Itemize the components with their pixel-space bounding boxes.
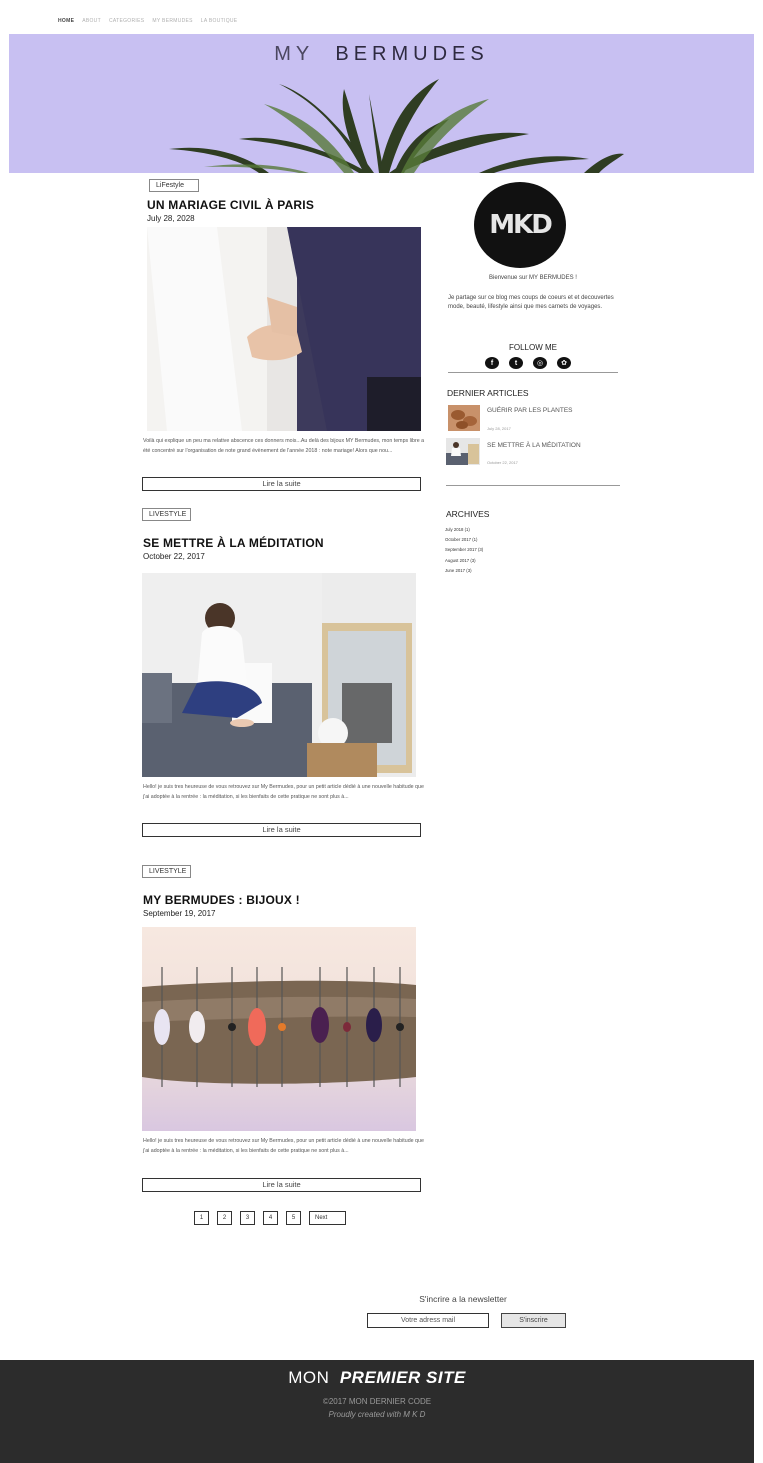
nav-categories[interactable]: CATEGORIES [109,18,144,24]
archive-link[interactable]: July 2018 (1) [445,525,483,535]
post-title[interactable]: MY BERMUDES : BIJOUX ! [143,893,300,907]
post-title[interactable]: SE METTRE À LA MÉDITATION [143,536,324,550]
subscribe-button[interactable]: S'inscrire [501,1313,566,1328]
page-2-button[interactable]: 2 [217,1211,232,1225]
post-tag[interactable]: LiFestyle [149,179,199,192]
archive-link[interactable]: October 2017 (1) [445,535,483,545]
divider [448,372,618,373]
post-excerpt: Hello! je suis tres heureuse de vous ret… [143,1138,424,1154]
page-3-button[interactable]: 3 [240,1211,255,1225]
post-tag[interactable]: LIVESTYLE [142,508,191,521]
footer-title: MON PREMIER SITE [0,1368,754,1388]
site-title: MY BERMUDES [9,43,754,66]
pagination: 1 2 3 4 5 Next [194,1211,346,1225]
post-tag[interactable]: LIVESTYLE [142,865,191,878]
page-5-button[interactable]: 5 [286,1211,301,1225]
nav-la-boutique[interactable]: LA BOUTIQUE [201,18,238,24]
recent-articles-heading: DERNIER ARTICLES [447,388,529,398]
recent-article-date: October 22, 2017 [487,460,518,465]
sharethis-icon[interactable]: ✿ [557,357,571,369]
footer-title-bold: PREMIER SITE [339,1368,466,1387]
footer-copyright: ©2017 MON DERNIER CODE [322,1397,432,1406]
archive-link[interactable]: June 2017 (3) [445,566,483,576]
divider [446,485,620,486]
footer: MON PREMIER SITE ©2017 MON DERNIER CODE … [0,1360,754,1463]
nav-my-bermudes[interactable]: MY BERMUDES [152,18,192,24]
post-title[interactable]: UN MARIAGE CIVIL À PARIS [147,198,314,212]
archives-list: July 2018 (1) October 2017 (1) September… [445,525,483,576]
hero-banner: MY BERMUDES [9,34,754,173]
recent-article-title[interactable]: GUÉRIR PAR LES PLANTES [487,407,573,414]
recent-article-title[interactable]: SE METTRE À LA MÉDITATION [487,442,581,449]
social-links: f t ◎ ✿ [485,357,571,369]
archives-heading: ARCHIVES [446,509,490,519]
read-more-button[interactable]: Lire la suite [142,823,421,837]
nav-about[interactable]: ABOUT [82,18,101,24]
follow-heading: FOLLOW ME [508,343,557,352]
site-title-bold: BERMUDES [335,43,489,65]
read-more-button[interactable]: Lire la suite [142,477,421,491]
recent-article-date: July 28, 2017 [487,426,511,431]
intro-text: Je partage sur ce blog mes coups de coeu… [448,295,614,310]
newsletter-label: S'incrire a la newsletter [419,1294,507,1304]
next-page-button[interactable]: Next [309,1211,346,1225]
email-field[interactable]: Votre adress mail [367,1313,489,1328]
nav-home[interactable]: HOME [58,18,74,24]
footer-title-light: MON [288,1368,330,1387]
avatar: MKD [474,182,566,268]
avatar-logo: MKD [489,210,553,240]
read-more-button[interactable]: Lire la suite [142,1178,421,1192]
post-image-meditation[interactable] [142,573,416,777]
post-excerpt: Voilà qui explique un peu ma relative ab… [143,438,425,454]
post-image-wedding[interactable] [147,227,421,431]
footer-credit: Proudly created with M K D [328,1410,426,1419]
top-nav: HOME ABOUT CATEGORIES MY BERMUDES LA BOU… [58,18,237,24]
post-date: October 22, 2017 [143,552,205,561]
site-title-light: MY [274,43,315,65]
post-date: July 28, 2028 [147,214,195,223]
post-image-bracelets[interactable] [142,927,416,1131]
instagram-icon[interactable]: ◎ [533,357,547,369]
recent-thumb-meditation[interactable] [446,438,480,465]
archive-link[interactable]: August 2017 (3) [445,556,483,566]
recent-thumb-plants[interactable] [448,405,480,431]
post-date: September 19, 2017 [143,909,216,918]
page-1-button[interactable]: 1 [194,1211,209,1225]
twitter-icon[interactable]: t [509,357,523,369]
post-excerpt: Hello! je suis tres heureuse de vous ret… [143,784,424,800]
welcome-text: Bienvenue sur MY BERMUDES ! [489,275,577,281]
facebook-icon[interactable]: f [485,357,499,369]
page-4-button[interactable]: 4 [263,1211,278,1225]
archive-link[interactable]: September 2017 (3) [445,545,483,555]
